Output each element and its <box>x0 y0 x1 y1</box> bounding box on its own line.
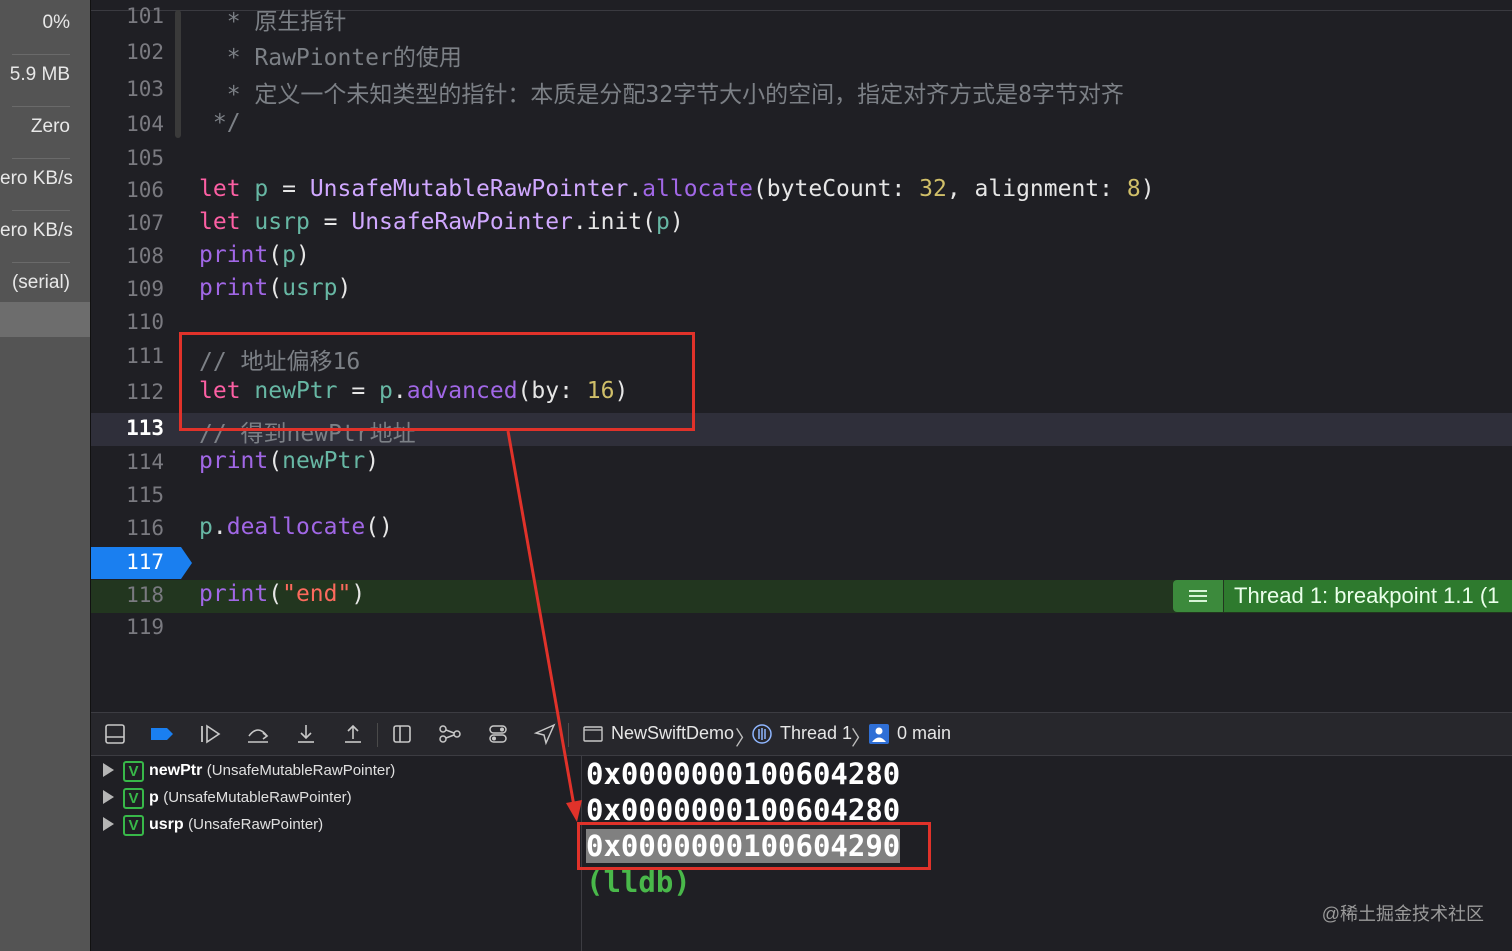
annotation-arrow <box>506 430 582 822</box>
